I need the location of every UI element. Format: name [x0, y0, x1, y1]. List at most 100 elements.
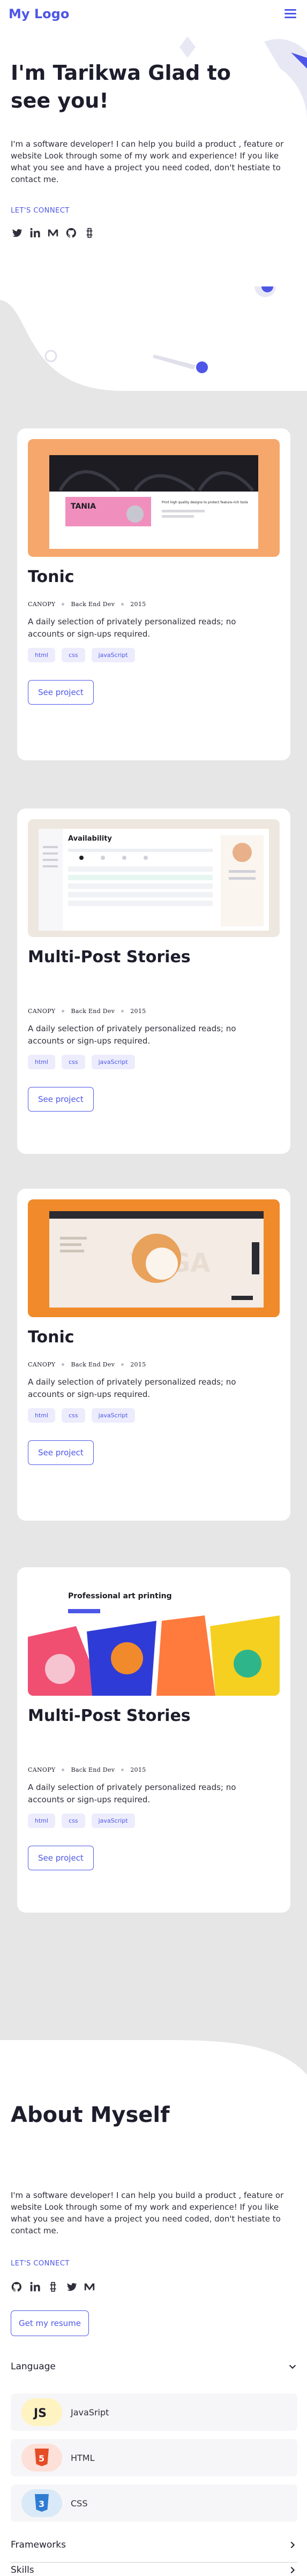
screenshot-text: Print high quality designs to protect fe… — [162, 501, 248, 504]
project-role: Back End Dev — [71, 1008, 115, 1015]
skill-label: HTML — [71, 2452, 95, 2463]
about-title: About Myself — [11, 2103, 170, 2127]
meta-separator — [62, 1010, 65, 1013]
meta-separator — [62, 603, 65, 606]
hero-decoration-bar — [153, 354, 208, 373]
tag-html: html — [28, 1814, 56, 1828]
javascript-badge-text: JS — [33, 2407, 47, 2420]
see-project-button[interactable]: See project — [28, 1846, 94, 1870]
see-project-button[interactable]: See project — [28, 680, 94, 705]
meta-separator — [121, 1010, 124, 1013]
project-tags: html css javaScript — [28, 648, 135, 662]
project-role: Back End Dev — [71, 1766, 115, 1773]
project-title: Multi-Post Stories — [28, 948, 191, 966]
chevron-down-icon — [289, 2365, 296, 2369]
project-description: A daily selection of privately personali… — [28, 1024, 236, 1046]
see-project-button[interactable]: See project — [28, 1087, 94, 1112]
css3-icon: 3 — [21, 2489, 62, 2517]
about-intro: I'm a software developer! I can help you… — [11, 2190, 284, 2235]
project-role: Back End Dev — [71, 1361, 115, 1368]
html5-icon: 5 — [21, 2444, 62, 2472]
hamburger-menu-icon[interactable] — [284, 9, 296, 19]
skill-item-html: 5 HTML — [11, 2439, 297, 2476]
lets-connect-label: LET'S CONNECT — [11, 2260, 70, 2268]
logo[interactable]: My Logo — [9, 6, 69, 21]
skill-item-javascript: JS JavaSript — [11, 2393, 297, 2431]
accordion-skills[interactable]: Skills — [11, 2565, 297, 2575]
project-card: YOGA Tonic CANOPY Back End Dev 2015 A d — [17, 1189, 290, 1521]
skill-item-css: 3 CSS — [11, 2484, 297, 2522]
project-year: 2015 — [130, 1008, 146, 1015]
chevron-right-icon — [290, 2566, 295, 2574]
portfolio-page: My Logo I'm Tarikwa Glad to see you! I'm… — [0, 0, 307, 2576]
tag-javascript: javaScript — [91, 1055, 135, 1069]
github-icon[interactable] — [65, 227, 77, 239]
css3-badge-text: 3 — [39, 2499, 44, 2509]
screenshot-text: Availability — [68, 835, 112, 843]
skill-label: JavaSript — [71, 2407, 109, 2418]
screenshot-text: Professional art printing — [68, 1592, 172, 1600]
accordion-divider — [11, 2562, 297, 2563]
hero-section: My Logo I'm Tarikwa Glad to see you! I'm… — [0, 0, 307, 404]
about-top-curve — [0, 2037, 307, 2075]
twitter-icon[interactable] — [11, 227, 23, 239]
medium-icon[interactable] — [84, 2281, 95, 2293]
tag-html: html — [28, 1055, 56, 1069]
tag-html: html — [28, 648, 56, 662]
linkedin-icon[interactable] — [29, 2281, 41, 2293]
project-client: CANOPY — [28, 601, 56, 608]
tag-javascript: javaScript — [91, 648, 135, 662]
project-year: 2015 — [130, 601, 146, 608]
project-description: A daily selection of privately personali… — [28, 617, 236, 639]
project-meta: CANOPY Back End Dev 2015 — [28, 1361, 146, 1368]
project-title: Tonic — [28, 1328, 74, 1347]
meta-separator — [62, 1769, 65, 1771]
screenshot-text: TANIA — [71, 502, 96, 511]
project-title: Multi-Post Stories — [28, 1706, 191, 1725]
github-icon[interactable] — [11, 2281, 23, 2293]
hero-decoration-arc — [264, 39, 307, 122]
meta-separator — [121, 1769, 124, 1771]
project-client: CANOPY — [28, 1361, 56, 1368]
hero-decoration-ring — [44, 350, 57, 362]
tag-css: css — [62, 1055, 85, 1069]
linkedin-icon[interactable] — [29, 227, 41, 239]
tag-javascript: javaScript — [91, 1408, 135, 1423]
project-card: Availability Multi-Post Stories CANOPY B… — [17, 809, 290, 1154]
accordion-label: Skills — [11, 2565, 34, 2575]
medium-icon[interactable] — [47, 227, 59, 239]
project-year: 2015 — [130, 1361, 146, 1368]
accordion-language[interactable]: Language — [11, 2359, 297, 2375]
chevron-right-icon — [290, 2541, 295, 2549]
top-nav: My Logo — [0, 0, 307, 30]
hero-title: I'm Tarikwa Glad to see you! — [11, 61, 231, 112]
hero-intro: I'm a software developer! I can help you… — [11, 139, 284, 184]
project-client: CANOPY — [28, 1766, 56, 1773]
project-title: Tonic — [28, 568, 74, 586]
tag-html: html — [28, 1408, 56, 1423]
accordion-label: Frameworks — [11, 2540, 66, 2550]
tag-javascript: javaScript — [91, 1814, 135, 1828]
accordion-label: Language — [11, 2361, 56, 2372]
tag-css: css — [62, 1408, 85, 1423]
project-year: 2015 — [130, 1766, 146, 1773]
twitter-icon[interactable] — [65, 2281, 77, 2293]
about-section: About Myself I'm a software developer! I… — [0, 2037, 307, 2576]
project-screenshot: Professional art printing — [28, 1578, 280, 1696]
accordion-frameworks[interactable]: Frameworks — [11, 2537, 297, 2553]
hashnode-icon[interactable] — [47, 2281, 59, 2293]
project-client: CANOPY — [28, 1008, 56, 1015]
project-card: Professional art printing Multi-Post Sto… — [17, 1567, 290, 1913]
project-tags: html css javaScript — [28, 1408, 135, 1423]
lets-connect-label: LET'S CONNECT — [11, 207, 70, 215]
projects-section: TANIA Print high quality designs to prot… — [0, 404, 307, 2037]
javascript-icon: JS — [21, 2398, 62, 2426]
hashnode-icon[interactable] — [84, 227, 95, 239]
html5-badge-text: 5 — [39, 2453, 44, 2464]
meta-separator — [62, 1363, 65, 1366]
skill-label: CSS — [71, 2498, 88, 2509]
project-meta: CANOPY Back End Dev 2015 — [28, 1766, 146, 1773]
see-project-button[interactable]: See project — [28, 1440, 94, 1465]
get-resume-button[interactable]: Get my resume — [11, 2310, 89, 2336]
project-screenshot: Availability — [28, 819, 280, 937]
